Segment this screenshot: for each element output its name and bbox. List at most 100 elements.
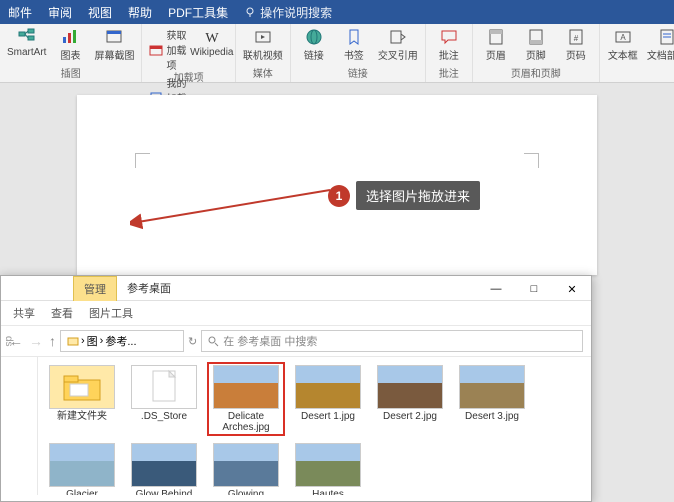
file-item[interactable]: Glow Behind Hood.jpg bbox=[126, 441, 202, 495]
explorer-sidebar[interactable]: ds bbox=[1, 357, 38, 495]
breadcrumb[interactable]: ›图 ›参考... bbox=[60, 330, 184, 352]
online-video-button[interactable]: 联机视频 bbox=[240, 26, 286, 64]
image-thumbnail bbox=[213, 365, 279, 409]
explorer-file-grid[interactable]: 新建文件夹 .DS_Store Delicate Arches.jpg Desert … bbox=[38, 357, 591, 495]
svg-text:#: # bbox=[574, 34, 579, 43]
explorer-search[interactable]: 在 参考桌面 中搜索 bbox=[201, 330, 583, 352]
tab-pdf[interactable]: PDF工具集 bbox=[168, 4, 228, 21]
file-name-label: Desert 1.jpg bbox=[301, 411, 355, 422]
smartart-button[interactable]: SmartArt bbox=[4, 26, 49, 60]
image-thumbnail bbox=[459, 365, 525, 409]
file-item[interactable]: Hautes Pyrenees.jpg bbox=[290, 441, 366, 495]
crossref-label: 交叉引用 bbox=[378, 47, 418, 62]
image-thumbnail bbox=[213, 443, 279, 487]
breadcrumb-part-0[interactable]: 图 bbox=[87, 333, 98, 349]
group-media-label: 媒体 bbox=[253, 64, 273, 81]
tab-mail[interactable]: 邮件 bbox=[8, 4, 32, 21]
group-media: 联机视频 媒体 bbox=[236, 24, 291, 82]
file-item[interactable]: Desert 3.jpg bbox=[454, 363, 530, 435]
group-links: 链接 书签 交叉引用 链接 bbox=[291, 24, 426, 82]
get-addins-button[interactable]: 获取加载项 bbox=[146, 26, 190, 73]
wikipedia-icon: W bbox=[203, 28, 221, 46]
bookmark-icon bbox=[345, 28, 363, 46]
breadcrumb-part-1[interactable]: 参考... bbox=[105, 333, 136, 349]
bookmark-label: 书签 bbox=[344, 47, 364, 62]
image-thumbnail bbox=[131, 443, 197, 487]
file-item[interactable]: Desert 1.jpg bbox=[290, 363, 366, 435]
footer-icon bbox=[527, 28, 545, 46]
file-name-label: Hautes Pyrenees.jpg bbox=[292, 489, 364, 495]
crossref-icon bbox=[389, 28, 407, 46]
link-button[interactable]: 链接 bbox=[295, 26, 333, 64]
nav-up-icon[interactable]: ↑ bbox=[49, 333, 56, 349]
file-name-label: 新建文件夹 bbox=[57, 411, 107, 422]
quickparts-button[interactable]: 文档部件 bbox=[644, 26, 674, 64]
chart-icon bbox=[61, 28, 79, 46]
comment-button[interactable]: 批注 bbox=[430, 26, 468, 64]
file-explorer-window: 管理 参考桌面 — □ ✕ 共享 查看 图片工具 ← → ↑ ›图 ›参考...… bbox=[0, 275, 592, 502]
explorer-context-tab[interactable]: 管理 bbox=[73, 276, 117, 301]
file-item[interactable]: Glowing Summit.jpg bbox=[208, 441, 284, 495]
svg-text:A: A bbox=[620, 33, 626, 42]
file-item[interactable]: Delicate Arches.jpg bbox=[208, 363, 284, 435]
chart-label: 图表 bbox=[60, 47, 80, 62]
callout-badge: 1 bbox=[328, 185, 350, 207]
smartart-icon bbox=[18, 28, 36, 46]
file-name-label: Desert 2.jpg bbox=[383, 411, 437, 422]
minimize-button[interactable]: — bbox=[477, 278, 515, 300]
refresh-icon[interactable]: ↻ bbox=[188, 335, 197, 348]
file-name-label: .DS_Store bbox=[141, 411, 187, 422]
screenshot-button[interactable]: 屏幕截图 bbox=[91, 26, 137, 64]
wikipedia-button[interactable]: WWikipedia bbox=[193, 26, 231, 60]
annotation-callout: 1 选择图片拖放进来 bbox=[328, 181, 480, 210]
tell-me-search[interactable]: 操作说明搜索 bbox=[244, 4, 332, 21]
folder-icon bbox=[67, 335, 79, 347]
explorer-title: 参考桌面 bbox=[117, 276, 477, 300]
file-name-label: Desert 3.jpg bbox=[465, 411, 519, 422]
footer-button[interactable]: 页脚 bbox=[517, 26, 555, 64]
file-item[interactable]: Glacier Trifecta.jpg bbox=[44, 441, 120, 495]
pagenum-label: 页码 bbox=[566, 47, 586, 62]
tab-help[interactable]: 帮助 bbox=[128, 4, 152, 21]
image-thumbnail bbox=[377, 365, 443, 409]
file-item[interactable]: Desert 2.jpg bbox=[372, 363, 448, 435]
group-link-label: 链接 bbox=[348, 64, 368, 81]
file-item[interactable]: .DS_Store bbox=[126, 363, 202, 435]
margin-corner-tl bbox=[135, 153, 150, 168]
group-comment-label: 批注 bbox=[439, 64, 459, 81]
search-hint-label: 操作说明搜索 bbox=[260, 4, 332, 21]
file-item[interactable]: 新建文件夹 bbox=[44, 363, 120, 435]
group-header-footer: 页眉 页脚 #页码 页眉和页脚 bbox=[473, 24, 600, 82]
chart-button[interactable]: 图表 bbox=[51, 26, 89, 64]
explorer-nav: ← → ↑ bbox=[9, 333, 56, 349]
parts-label: 文档部件 bbox=[647, 47, 674, 62]
file-name-label: Glowing Summit.jpg bbox=[210, 489, 282, 495]
group-text: A文本框 文档部件 A艺术字 A首字下沉 文本 bbox=[600, 24, 674, 82]
menu-view[interactable]: 查看 bbox=[51, 305, 73, 321]
textbox-label: 文本框 bbox=[608, 47, 638, 62]
tab-view[interactable]: 视图 bbox=[88, 4, 112, 21]
close-button[interactable]: ✕ bbox=[553, 278, 591, 300]
explorer-address-bar: ← → ↑ ›图 ›参考... ↻ 在 参考桌面 中搜索 bbox=[1, 326, 591, 357]
file-icon bbox=[131, 365, 197, 409]
crossref-button[interactable]: 交叉引用 bbox=[375, 26, 421, 64]
header-button[interactable]: 页眉 bbox=[477, 26, 515, 64]
screenshot-label: 屏幕截图 bbox=[94, 47, 134, 62]
folder-icon bbox=[49, 365, 115, 409]
tab-review[interactable]: 审阅 bbox=[48, 4, 72, 21]
parts-icon bbox=[658, 28, 674, 46]
video-icon bbox=[254, 28, 272, 46]
menu-share[interactable]: 共享 bbox=[13, 305, 35, 321]
textbox-button[interactable]: A 文本框 bbox=[604, 26, 642, 64]
bookmark-button[interactable]: 书签 bbox=[335, 26, 373, 64]
get-addins-label: 获取加载项 bbox=[166, 27, 187, 72]
search-icon bbox=[208, 336, 219, 347]
nav-fwd-icon[interactable]: → bbox=[29, 333, 43, 349]
maximize-button[interactable]: □ bbox=[515, 278, 553, 300]
callout-text: 选择图片拖放进来 bbox=[356, 181, 480, 210]
file-name-label: Glacier Trifecta.jpg bbox=[46, 489, 118, 495]
textbox-icon: A bbox=[614, 28, 632, 46]
pagenum-button[interactable]: # 页码 bbox=[557, 26, 595, 64]
menu-picturetools[interactable]: 图片工具 bbox=[89, 305, 133, 321]
pagenum-icon: # bbox=[567, 28, 585, 46]
